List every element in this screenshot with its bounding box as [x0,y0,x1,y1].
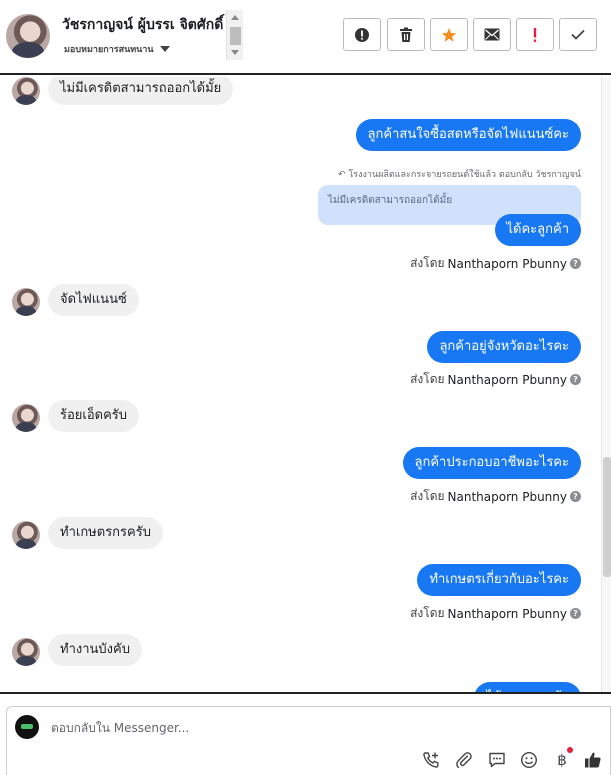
contact-avatar-small [12,521,40,549]
sent-by-line: ส่งโดย Nanthaporn Pbunny ? [410,487,581,506]
divider [0,692,611,694]
star-icon [441,27,457,42]
sender-name: Nanthaporn Pbunny [447,256,567,271]
outgoing-message[interactable]: ลูกค้าประกอบอาชีพอะไรคะ [402,447,581,479]
incoming-message[interactable]: ไม่มีเครดิตสามารถออกได้มั้ย [48,77,234,105]
messenger-inbox: วัชรกาญจน์ ผู้บรรเ จิตศักดิ์ มอบหมายการส… [0,0,611,775]
delete-button[interactable] [387,18,425,51]
attachment-icon[interactable] [454,750,474,770]
reply-input[interactable]: ตอบกลับใน Messenger... [51,719,189,738]
priority-button[interactable] [516,18,554,51]
sent-by-prefix: ส่งโดย [410,606,445,620]
thread-scrollbar[interactable] [601,77,611,692]
contact-avatar-small [12,404,40,432]
sent-by-line: ส่งโดย Nanthaporn Pbunny ? [410,604,581,623]
contact-avatar-small [12,77,40,105]
outgoing-message[interactable]: ได้คะลูกค้า [494,214,581,246]
outgoing-message[interactable]: ทำเกษตรเกี่ยวกับอะไรคะ [417,564,581,596]
trash-icon [400,27,412,42]
contact-name[interactable]: วัชรกาญจน์ ผู้บรรเ จิตศักดิ์ [62,14,228,36]
sender-name: Nanthaporn Pbunny [447,606,567,621]
baht-glyph: ฿ [557,751,567,769]
saved-reply-icon[interactable] [487,750,507,770]
chevron-down-icon [159,46,170,52]
notification-dot [567,747,573,753]
assign-label: มอบหมายการสนทนาน [64,45,154,55]
outgoing-message[interactable]: ลูกค้าอยู่จังหวัดอะไรคะ [427,331,581,363]
alert-circle-icon [355,27,369,42]
sent-by-prefix: ส่งโดย [410,489,445,503]
emoji-icon[interactable] [519,750,539,770]
reply-context-text: โรงงานผลิตและกระจายรถยนต์ใช้แล้ว ตอบกลับ… [348,170,581,180]
spam-button[interactable] [343,18,381,51]
composer: ตอบกลับใน Messenger... ฿ [6,706,611,775]
mark-done-button[interactable] [559,18,597,51]
exclamation-icon [533,27,537,42]
scroll-down-icon[interactable] [231,50,239,55]
scroll-thumb[interactable] [230,27,241,45]
mark-unread-button[interactable] [473,18,511,51]
info-icon[interactable]: ? [570,608,581,619]
contact-avatar-small [12,638,40,666]
like-icon[interactable] [583,750,603,770]
scroll-up-icon[interactable] [231,15,239,20]
sent-by-line: ส่งโดย Nanthaporn Pbunny ? [410,370,581,389]
follow-up-button[interactable] [430,18,468,51]
name-scrollbar[interactable] [226,10,243,60]
outgoing-message[interactable]: ไม้ยางพาราค้า [474,682,581,692]
assign-dropdown[interactable]: มอบหมายการสนทนาน [64,42,170,56]
incoming-message[interactable]: ทำงานบังคับ [48,634,142,666]
check-icon [571,29,585,40]
phone-plus-icon[interactable] [421,750,441,770]
info-icon[interactable]: ? [570,258,581,269]
contact-avatar[interactable] [6,14,50,58]
incoming-message[interactable]: จัดไฟแนนซ์ [48,284,139,316]
sender-name: Nanthaporn Pbunny [447,489,567,504]
reply-context: ↶ โรงงานผลิตและกระจายรถยนต์ใช้แล้ว ตอบกล… [338,167,581,181]
message-thread[interactable]: ไม่มีเครดิตสามารถออกได้มั้ย ลูกค้าสนใจซื… [0,77,601,692]
incoming-message[interactable]: ร้อยเอ็ดครับ [48,400,140,432]
sent-by-prefix: ส่งโดย [410,256,445,270]
sent-by-prefix: ส่งโดย [410,372,445,386]
sender-name: Nanthaporn Pbunny [447,372,567,387]
reply-arrow-icon: ↶ [338,170,346,180]
sent-by-line: ส่งโดย Nanthaporn Pbunny ? [410,254,581,273]
contact-avatar-small [12,288,40,316]
info-icon[interactable]: ? [570,374,581,385]
page-avatar [15,715,39,739]
conversation-header: วัชรกาญจน์ ผู้บรรเ จิตศักดิ์ มอบหมายการส… [0,0,611,75]
mail-icon [484,28,500,41]
incoming-message[interactable]: ทำเกษตรกรครับ [48,517,163,549]
outgoing-message[interactable]: ลูกค้าสนใจซื้อสดหรือจัดไฟแนนซ์คะ [355,119,581,151]
scroll-thumb[interactable] [603,457,611,577]
baht-icon[interactable]: ฿ [552,750,572,770]
info-icon[interactable]: ? [570,491,581,502]
